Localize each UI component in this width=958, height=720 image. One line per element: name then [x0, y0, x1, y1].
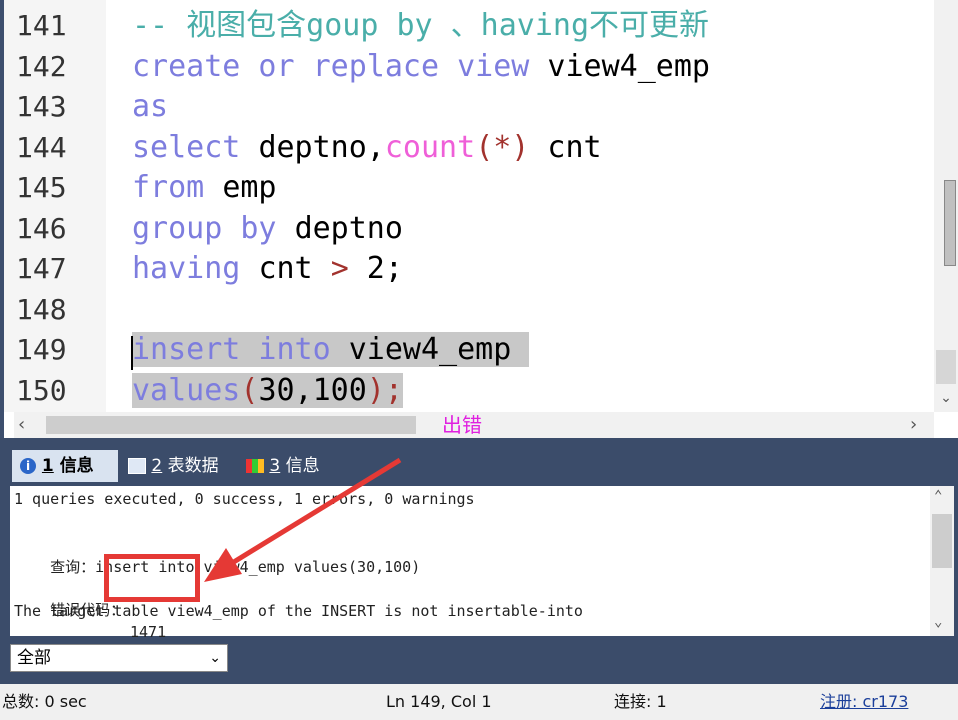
code-token: emp	[222, 170, 277, 205]
code-token: having	[132, 251, 259, 286]
scroll-handle[interactable]	[936, 350, 956, 384]
line-number: 148	[16, 292, 67, 326]
code-token: count	[384, 129, 476, 165]
code-line[interactable]: as	[132, 87, 168, 127]
tab-label: 信息	[59, 456, 94, 476]
code-line[interactable]: having cnt > 2;	[132, 249, 403, 289]
scroll-left-icon[interactable]: ‹	[18, 414, 38, 436]
code-token: from	[132, 170, 223, 205]
error-annotation: 出错	[442, 413, 482, 437]
code-token: select	[132, 129, 259, 165]
line-number: 150	[16, 373, 67, 407]
scroll-down-icon[interactable]: ⌄	[936, 388, 956, 408]
text-cursor	[131, 336, 133, 370]
code-token: view4_emp	[547, 48, 710, 84]
status-cursor-position: Ln 149, Col 1	[386, 692, 492, 711]
code-token: (*)	[475, 129, 530, 165]
code-token: cnt	[258, 251, 331, 286]
error-code-highlight-box	[104, 554, 200, 602]
vertical-scrollbar[interactable]: ⌄	[934, 0, 958, 412]
code-line[interactable]: select deptno,count(*) cnt	[132, 128, 602, 168]
line-number: 142	[16, 49, 67, 83]
tab-number: 1	[41, 456, 54, 476]
red-arrow-annotation	[204, 457, 402, 582]
result-tabs: i 1 信息 2 表数据 3 信息	[0, 446, 958, 484]
message-scrollbar[interactable]: ⌃ ⌄	[930, 486, 954, 636]
code-token: -- 视图包含goup by 、having不可更新	[132, 8, 710, 43]
code-token: group by	[132, 210, 295, 246]
code-token: cnt	[529, 129, 602, 165]
code-token: (	[240, 372, 259, 408]
message-filter-select[interactable]: 全部 ⌄	[10, 644, 228, 672]
line-number: 145	[16, 171, 67, 204]
scroll-thumb[interactable]	[944, 180, 956, 266]
tab-number: 2	[151, 456, 163, 476]
code-line[interactable]: group by deptno	[132, 209, 403, 249]
code-token: values	[132, 372, 241, 408]
error-code: 1471	[130, 623, 167, 641]
code-token: 2;	[348, 251, 403, 286]
line-number: 141	[16, 9, 67, 42]
line-number: 146	[16, 211, 67, 245]
sql-editor[interactable]: 141 -- 视图包含goup by 、having不可更新 142 create o…	[0, 0, 958, 438]
code-line[interactable]: -- 视图包含goup by 、having不可更新	[132, 6, 709, 46]
code-token: deptno	[294, 210, 403, 246]
code-line[interactable]: values(30,100);	[132, 371, 403, 411]
line-number: 149	[16, 333, 67, 366]
scroll-down-icon[interactable]: ⌄	[934, 614, 942, 630]
code-line[interactable]: insert into view4_emp	[132, 330, 530, 370]
status-connections: 连接: 1	[614, 692, 667, 711]
code-line[interactable]: create or replace view view4_emp	[132, 47, 710, 87]
scroll-up-icon[interactable]: ⌃	[934, 488, 942, 504]
code-line[interactable]: from emp	[132, 168, 277, 208]
code-token: insert into	[132, 332, 349, 367]
hscroll-thumb[interactable]	[46, 416, 416, 434]
msg-scroll-thumb[interactable]	[932, 514, 952, 568]
filter-value: 全部	[17, 648, 51, 668]
code-token: 30,100	[258, 372, 367, 408]
table-icon	[128, 458, 146, 474]
code-token: );	[366, 372, 403, 408]
scroll-right-icon[interactable]: ›	[910, 414, 930, 436]
chevron-down-icon: ⌄	[209, 650, 221, 666]
error-text-line: The target table view4_emp of the INSERT…	[14, 602, 583, 620]
code-token: view4_emp	[348, 332, 530, 367]
line-number: 143	[16, 90, 67, 123]
status-register-link[interactable]: 注册: cr173	[820, 684, 908, 720]
code-token: create or replace view	[132, 48, 548, 84]
status-time: 总数: 0 sec	[2, 692, 87, 711]
code-token: deptno,	[258, 129, 385, 165]
code-token: as	[132, 89, 169, 124]
line-number: 147	[16, 252, 67, 285]
status-bar: 总数: 0 sec Ln 149, Col 1 连接: 1 注册: cr173	[0, 684, 958, 720]
info-icon: i	[20, 458, 36, 474]
tab-messages[interactable]: i 1 信息	[12, 450, 118, 482]
line-number: 144	[16, 130, 67, 164]
code-token: >	[330, 251, 349, 286]
query-label: 查询：	[50, 558, 96, 576]
